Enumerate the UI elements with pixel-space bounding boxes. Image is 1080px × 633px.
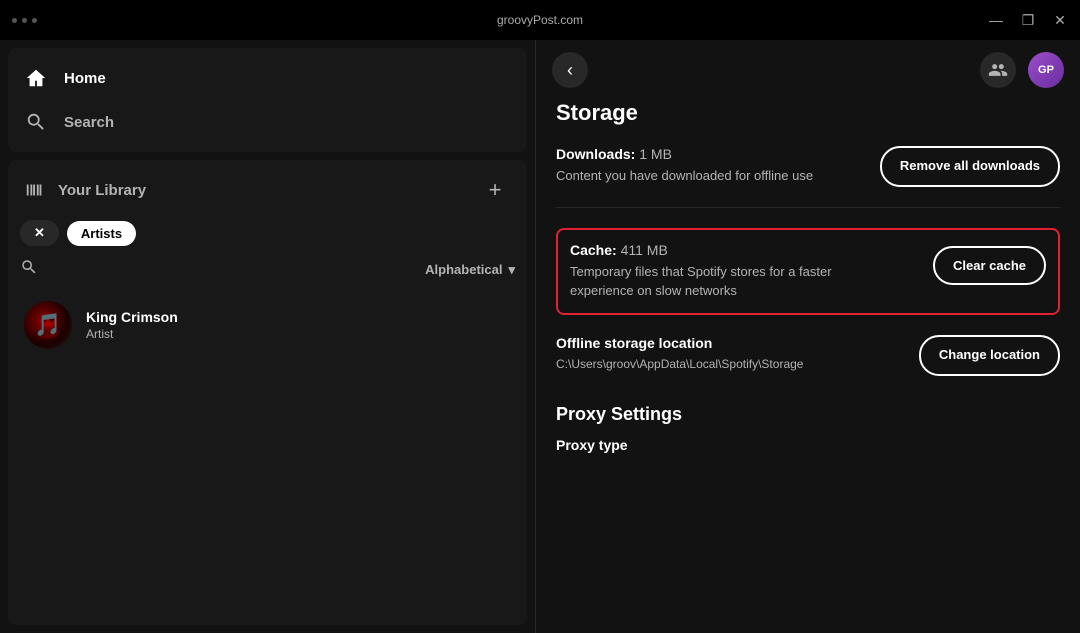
proxy-section: Proxy Settings Proxy type	[556, 404, 1060, 453]
sidebar: Home Search Y	[0, 40, 535, 633]
panel-topbar: ‹ GP	[536, 40, 1080, 100]
downloads-desc: Content you have downloaded for offline …	[556, 166, 813, 186]
right-panel: ‹ GP Storage Downloads: 1 MB Content you…	[535, 40, 1080, 633]
search-label: Search	[64, 114, 114, 131]
titlebar-menu-dots[interactable]	[12, 18, 37, 23]
filter-artists-button[interactable]: Artists	[67, 221, 136, 246]
home-label: Home	[64, 70, 106, 87]
storage-title: Storage	[556, 100, 1060, 126]
proxy-title: Proxy Settings	[556, 404, 1060, 425]
artists-filter-label: Artists	[81, 226, 122, 241]
library-title: Your Library	[58, 182, 146, 199]
cache-info: Cache: 411 MB Temporary files that Spoti…	[570, 242, 870, 301]
downloads-label: Downloads: 1 MB	[556, 146, 813, 162]
minimize-button[interactable]: —	[988, 12, 1004, 28]
artist-avatar-img	[24, 301, 72, 349]
panel-content: Storage Downloads: 1 MB Content you have…	[536, 100, 1080, 633]
search-nav-icon	[24, 110, 48, 134]
user-avatar-button[interactable]: GP	[1028, 52, 1064, 88]
sidebar-item-home[interactable]: Home	[8, 56, 527, 100]
artist-info: King Crimson Artist	[86, 309, 178, 341]
proxy-type-row: Proxy type	[556, 437, 1060, 453]
app-body: Home Search Y	[0, 40, 1080, 633]
offline-storage-section: Offline storage location C:\Users\groov\…	[556, 335, 1060, 376]
downloads-info: Downloads: 1 MB Content you have downloa…	[556, 146, 813, 186]
change-location-button[interactable]: Change location	[919, 335, 1060, 376]
filter-clear-button[interactable]: ✕	[20, 220, 59, 246]
home-icon	[24, 66, 48, 90]
maximize-button[interactable]: ❐	[1020, 12, 1036, 28]
library-list: King Crimson Artist	[8, 289, 527, 625]
sort-button[interactable]: Alphabetical ▾	[425, 262, 515, 278]
avatar-initials: GP	[1038, 64, 1054, 76]
artist-type: Artist	[86, 327, 178, 341]
library-section: Your Library + ✕ Artists	[8, 160, 527, 625]
clear-icon: ✕	[34, 225, 45, 241]
window-controls: — ❐ ✕	[988, 12, 1068, 28]
dot-2	[22, 18, 27, 23]
cache-label: Cache: 411 MB	[570, 242, 870, 258]
close-button[interactable]: ✕	[1052, 12, 1068, 28]
back-button[interactable]: ‹	[552, 52, 588, 88]
list-item[interactable]: King Crimson Artist	[16, 293, 519, 357]
clear-cache-button[interactable]: Clear cache	[933, 246, 1046, 285]
sort-bar: Alphabetical ▾	[8, 254, 527, 289]
filter-bar: ✕ Artists	[8, 216, 527, 254]
dot-3	[32, 18, 37, 23]
window-title: groovyPost.com	[497, 13, 583, 27]
add-library-button[interactable]: +	[479, 174, 511, 206]
proxy-type-label: Proxy type	[556, 437, 628, 453]
cache-desc: Temporary files that Spotify stores for …	[570, 262, 870, 301]
library-icon	[24, 179, 46, 201]
library-header: Your Library +	[8, 160, 527, 216]
library-search-button[interactable]	[20, 258, 38, 281]
titlebar: groovyPost.com — ❐ ✕	[0, 0, 1080, 40]
offline-storage-path: C:\Users\groov\AppData\Local\Spotify\Sto…	[556, 355, 803, 373]
offline-info: Offline storage location C:\Users\groov\…	[556, 335, 803, 373]
sort-label: Alphabetical	[425, 262, 502, 277]
dot-1	[12, 18, 17, 23]
offline-storage-label: Offline storage location	[556, 335, 803, 351]
artist-name: King Crimson	[86, 309, 178, 325]
friends-icon-button[interactable]	[980, 52, 1016, 88]
panel-icons: GP	[980, 52, 1064, 88]
remove-downloads-button[interactable]: Remove all downloads	[880, 146, 1060, 187]
sidebar-item-search[interactable]: Search	[8, 100, 527, 144]
avatar	[24, 301, 72, 349]
downloads-section: Downloads: 1 MB Content you have downloa…	[556, 146, 1060, 208]
nav-section: Home Search	[8, 48, 527, 152]
cache-section: Cache: 411 MB Temporary files that Spoti…	[556, 228, 1060, 315]
library-title-row: Your Library	[24, 179, 146, 201]
sort-chevron-icon: ▾	[508, 262, 515, 278]
